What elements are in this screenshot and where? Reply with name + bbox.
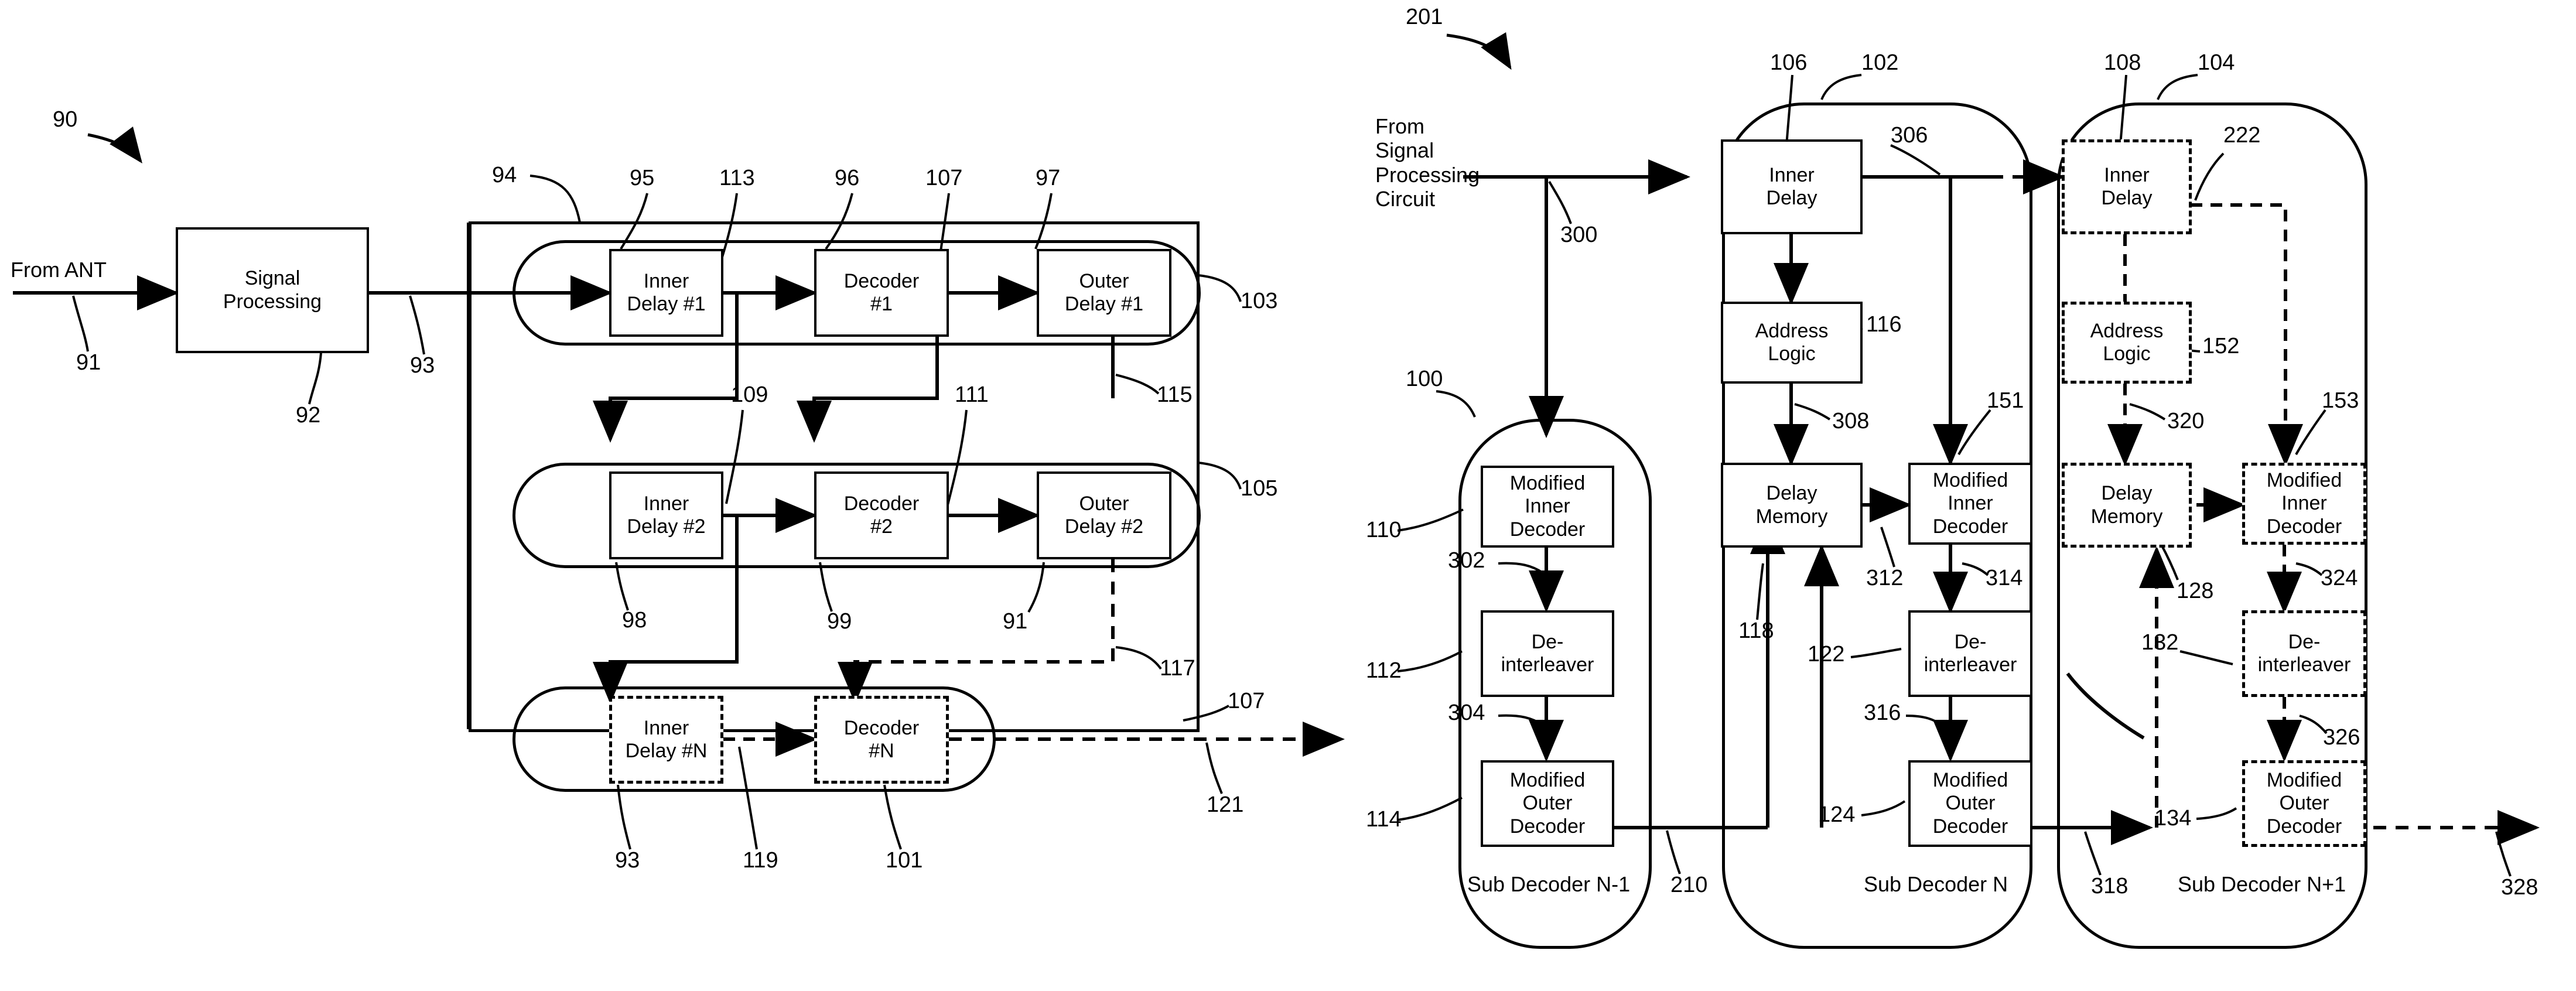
signal-processing-block: Signal Processing	[176, 227, 369, 353]
ref-128: 128	[2177, 579, 2214, 603]
ref-117: 117	[1160, 656, 1195, 681]
source-label-from-ant: From ANT	[11, 258, 107, 282]
ref-109: 109	[731, 382, 768, 407]
modified-inner-decoder-n-plus-1: Modified Inner Decoder	[2242, 463, 2366, 545]
ref-108: 108	[2104, 50, 2141, 75]
deinterleaver-n-plus-1: De- interleaver	[2242, 610, 2366, 697]
ref-93: 93	[410, 353, 435, 378]
ref-106: 106	[1770, 50, 1808, 75]
inner-delay-2: Inner Delay #2	[609, 471, 723, 559]
ref-151: 151	[1987, 388, 2024, 413]
ref-99: 99	[827, 609, 852, 634]
ref-320: 320	[2167, 409, 2205, 433]
ref-302: 302	[1448, 548, 1485, 573]
ref-122: 122	[1808, 642, 1845, 667]
ref-314: 314	[1986, 566, 2023, 590]
ref-113: 113	[719, 166, 755, 190]
source-label-signal-processing-circuit: From Signal Processing Circuit	[1375, 114, 1480, 211]
delay-memory-n-plus-1: Delay Memory	[2062, 463, 2192, 548]
ref-324: 324	[2321, 566, 2358, 590]
ref-110: 110	[1366, 518, 1402, 542]
ref-132: 132	[2141, 630, 2179, 655]
ref-93-b: 93	[615, 848, 640, 873]
ref-104: 104	[2198, 50, 2235, 75]
delay-memory-n: Delay Memory	[1721, 463, 1863, 548]
ref-201: 201	[1406, 5, 1443, 29]
ref-316: 316	[1864, 700, 1901, 725]
ref-114: 114	[1366, 807, 1402, 832]
outer-delay-1: Outer Delay #1	[1037, 249, 1171, 337]
ref-300: 300	[1560, 223, 1598, 247]
inner-delay-n-plus-1: Inner Delay	[2062, 139, 2192, 234]
ref-312: 312	[1866, 566, 1904, 590]
ref-112: 112	[1366, 658, 1402, 683]
ref-103: 103	[1241, 289, 1278, 313]
ref-100: 100	[1406, 367, 1443, 391]
sub-decoder-n-minus-1-caption: Sub Decoder N-1	[1467, 872, 1631, 896]
decoder-1: Decoder #1	[814, 249, 949, 337]
ref-328: 328	[2501, 875, 2539, 900]
ref-101: 101	[886, 848, 923, 873]
ref-102: 102	[1861, 50, 1899, 75]
modified-inner-decoder-n-minus-1: Modified Inner Decoder	[1481, 466, 1614, 548]
ref-107-b: 107	[1228, 689, 1265, 713]
modified-inner-decoder-n: Modified Inner Decoder	[1908, 463, 2032, 545]
sub-decoder-n-caption: Sub Decoder N	[1864, 872, 2008, 896]
ref-97: 97	[1036, 166, 1061, 190]
deinterleaver-n: De- interleaver	[1908, 610, 2032, 697]
sub-decoder-n-plus-1-caption: Sub Decoder N+1	[2178, 872, 2346, 896]
ref-134: 134	[2154, 806, 2192, 831]
ref-94: 94	[492, 163, 517, 187]
ref-222: 222	[2223, 123, 2261, 148]
decoder-2: Decoder #2	[814, 471, 949, 559]
ref-105: 105	[1241, 476, 1278, 501]
inner-delay-n: Inner Delay	[1721, 139, 1863, 234]
ref-92: 92	[296, 403, 321, 428]
ref-96: 96	[835, 166, 860, 190]
ref-153: 153	[2322, 388, 2359, 413]
deinterleaver-n-minus-1: De- interleaver	[1481, 610, 1614, 697]
inner-delay-n: Inner Delay #N	[609, 696, 723, 784]
ref-115: 115	[1157, 382, 1193, 407]
ref-98: 98	[622, 608, 647, 633]
ref-121: 121	[1207, 792, 1244, 817]
ref-119: 119	[743, 848, 778, 873]
ref-118: 118	[1738, 618, 1774, 643]
ref-111: 111	[955, 382, 989, 407]
ref-91-b: 91	[1003, 609, 1028, 634]
ref-90: 90	[53, 107, 78, 132]
modified-outer-decoder-n: Modified Outer Decoder	[1908, 760, 2032, 847]
inner-delay-1: Inner Delay #1	[609, 249, 723, 337]
ref-306: 306	[1891, 123, 1928, 148]
ref-107-a: 107	[925, 166, 963, 190]
modified-outer-decoder-n-plus-1: Modified Outer Decoder	[2242, 760, 2366, 847]
ref-210: 210	[1670, 873, 1708, 897]
ref-308: 308	[1832, 409, 1870, 433]
modified-outer-decoder-n-minus-1: Modified Outer Decoder	[1481, 760, 1614, 847]
address-logic-n: Address Logic	[1721, 302, 1863, 384]
decoder-n: Decoder #N	[814, 696, 949, 784]
patent-figure-sheet: 90 From ANT 91 Signal Processing 92 93 9…	[0, 0, 2576, 991]
ref-95: 95	[630, 166, 655, 190]
ref-91: 91	[76, 350, 101, 375]
address-logic-n-plus-1: Address Logic	[2062, 302, 2192, 384]
ref-304: 304	[1448, 700, 1485, 725]
outer-delay-2: Outer Delay #2	[1037, 471, 1171, 559]
ref-124: 124	[1818, 802, 1856, 827]
ref-116: 116	[1866, 312, 1902, 337]
ref-326: 326	[2323, 725, 2360, 750]
ref-152: 152	[2202, 334, 2240, 358]
